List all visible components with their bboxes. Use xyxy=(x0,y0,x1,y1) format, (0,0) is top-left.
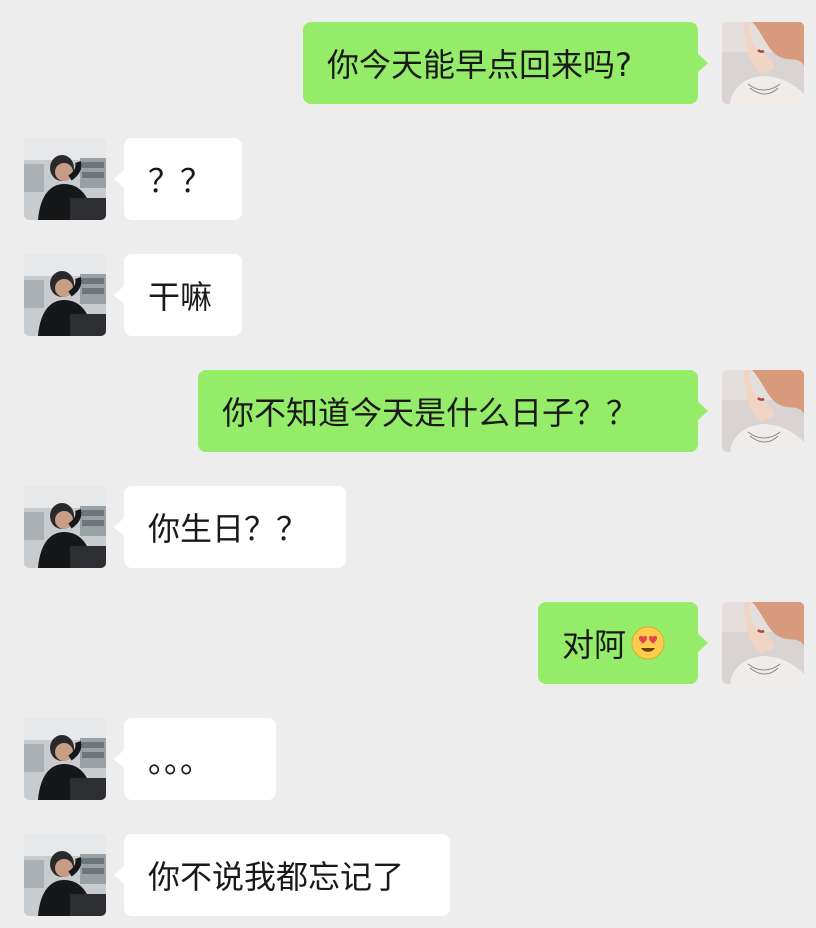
message-bubble-incoming[interactable]: 。。。 xyxy=(114,718,276,800)
message-text: 你不说我都忘记了 xyxy=(148,858,405,896)
own-avatar[interactable] xyxy=(722,602,804,684)
contact-avatar[interactable] xyxy=(24,486,106,568)
message-bubble-outgoing[interactable]: 你今天能早点回来吗? xyxy=(303,22,708,104)
heart-eyes-emoji-icon xyxy=(630,625,666,661)
message-bubble-incoming[interactable]: ？？ xyxy=(114,138,242,220)
contact-avatar[interactable] xyxy=(24,138,106,220)
message-bubble-outgoing[interactable]: 对阿 xyxy=(538,602,708,684)
own-avatar[interactable] xyxy=(722,370,804,452)
contact-avatar[interactable] xyxy=(24,718,106,800)
message-text: 。。。 xyxy=(148,742,213,780)
contact-avatar[interactable] xyxy=(24,834,106,916)
contact-avatar[interactable] xyxy=(24,254,106,336)
message-text: 你不知道今天是什么日子？？ xyxy=(222,394,639,432)
message-bubble-incoming[interactable]: 你不说我都忘记了 xyxy=(114,834,450,916)
message-text: 你生日？？ xyxy=(148,510,309,548)
own-avatar[interactable] xyxy=(722,22,804,104)
message-bubble-outgoing[interactable]: 你不知道今天是什么日子？？ xyxy=(198,370,708,452)
message-text: 干嘛 xyxy=(148,278,213,316)
message-text: 你今天能早点回来吗? xyxy=(327,46,632,84)
message-bubble-incoming[interactable]: 干嘛 xyxy=(114,254,242,336)
message-text: 对阿 xyxy=(562,626,627,664)
message-text: ？？ xyxy=(148,162,213,200)
message-bubble-incoming[interactable]: 你生日？？ xyxy=(114,486,346,568)
